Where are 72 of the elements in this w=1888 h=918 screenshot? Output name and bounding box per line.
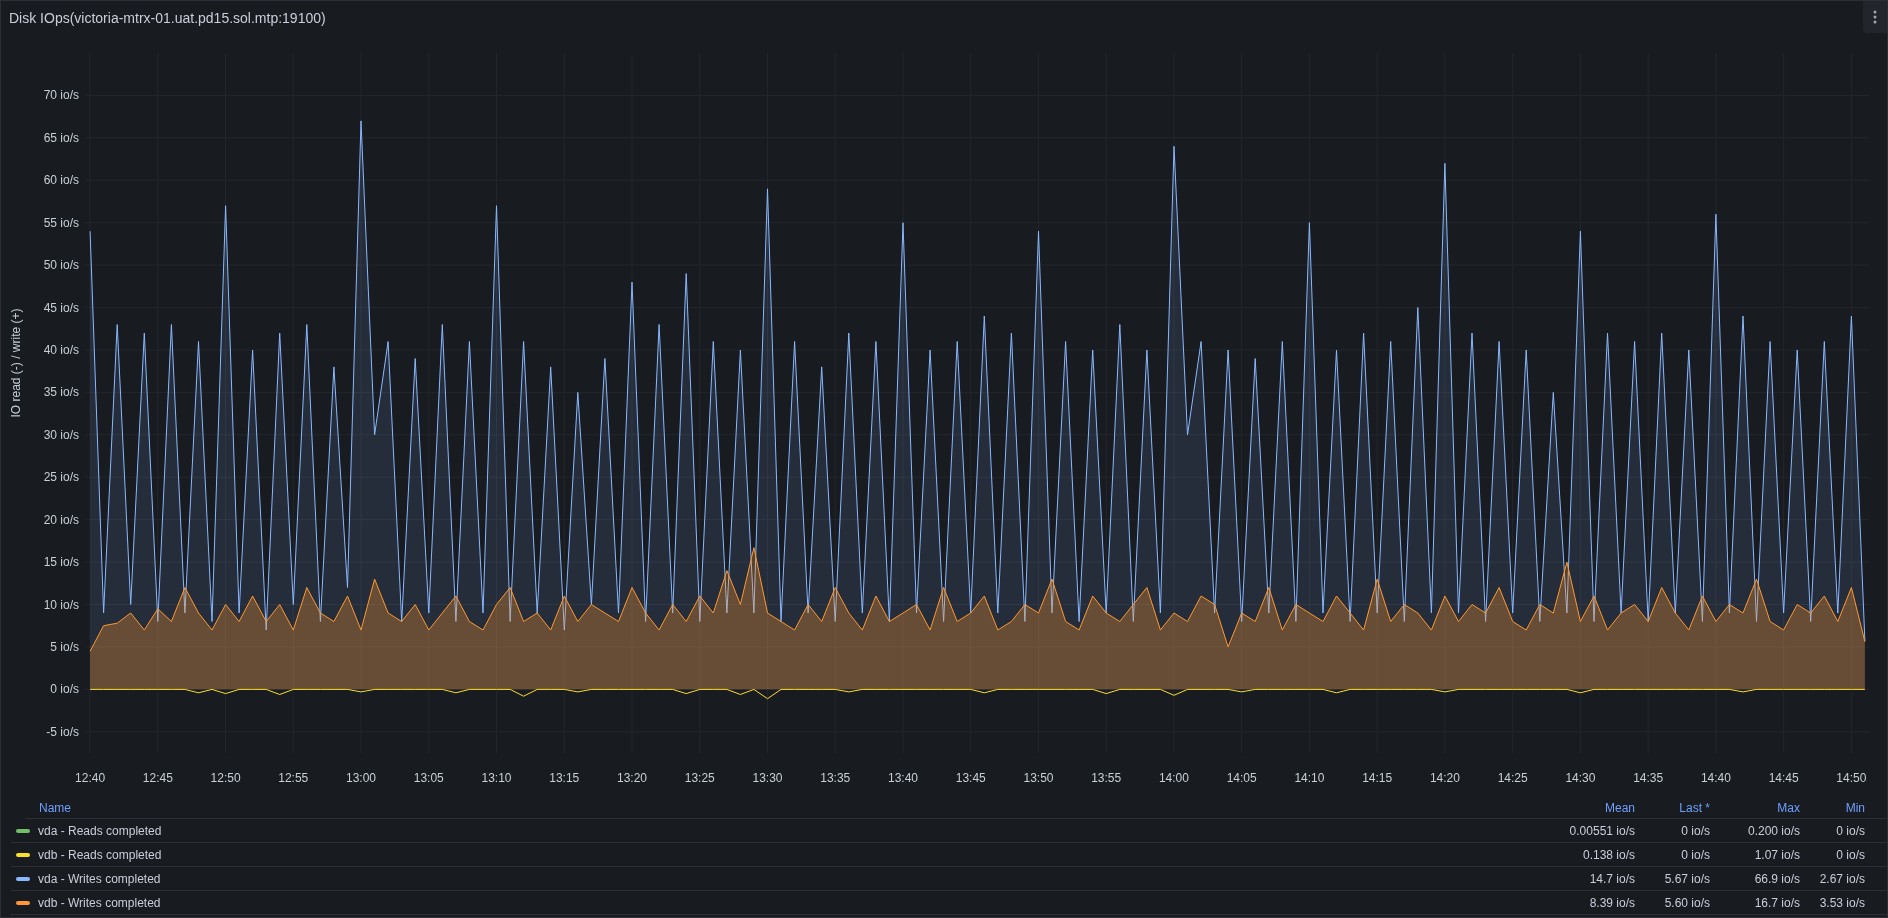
table-cell-text: 0.00551 io/s xyxy=(1568,822,1635,840)
table-cell-text: 8.39 io/s xyxy=(1588,894,1635,912)
legend-series-name[interactable]: vdb - Reads completed xyxy=(38,845,162,864)
axis-tick-label: 14:25 xyxy=(1497,771,1528,785)
table-cell-text: 0 io/s xyxy=(1835,822,1865,840)
axis-title: IO read (-) / write (+) xyxy=(9,308,23,418)
axis-tick-label: 14:00 xyxy=(1158,771,1189,785)
axis-tick-label: 15 io/s xyxy=(43,555,79,570)
column-header[interactable]: Name xyxy=(25,798,1515,817)
axis-tick-label: 10 io/s xyxy=(43,597,79,612)
column-header[interactable]: Mean xyxy=(1515,798,1635,817)
table-cell-text: 2.67 io/s xyxy=(1818,870,1865,888)
axis-tick-label: 45 io/s xyxy=(43,300,79,315)
axis-tick-label: 14:50 xyxy=(1836,771,1867,785)
axis-tick-label: 12:45 xyxy=(142,771,173,785)
axis-tick-label: 30 io/s xyxy=(43,427,79,442)
axis-tick-label: -5 io/s xyxy=(46,724,79,739)
axis-tick-label: 12:55 xyxy=(278,771,309,785)
kebab-menu-icon xyxy=(1873,10,1877,24)
column-header[interactable]: Last * xyxy=(1635,798,1710,817)
axis-tick-label: 14:30 xyxy=(1565,771,1596,785)
legend-series-name[interactable]: vda - Reads completed xyxy=(38,821,162,840)
table-cell-text: 5.60 io/s xyxy=(1663,894,1710,912)
axis-tick-label: 14:05 xyxy=(1226,771,1257,785)
table-cell-text: 0 io/s xyxy=(1835,846,1865,864)
menu-button[interactable] xyxy=(1863,1,1887,33)
column-header[interactable]: Max xyxy=(1710,798,1800,817)
axis-tick-label: 12:50 xyxy=(210,771,241,785)
axis-tick-label: 13:50 xyxy=(1023,771,1054,785)
column-header[interactable]: Min xyxy=(1800,798,1865,817)
axis-tick-label: 55 io/s xyxy=(43,215,79,230)
axis-tick-label: 13:15 xyxy=(549,771,580,785)
table-cell-text: 1.07 io/s xyxy=(1753,846,1800,864)
table-cell-text: 0 io/s xyxy=(1680,822,1710,840)
axis-tick-label: 13:30 xyxy=(752,771,783,785)
axis-tick-label: 13:55 xyxy=(1091,771,1122,785)
table-cell-text: 0.138 io/s xyxy=(1581,846,1635,864)
table-cell-text: 0 io/s xyxy=(1680,846,1710,864)
axis-tick-label: 13:45 xyxy=(955,771,986,785)
axis-tick-label: 60 io/s xyxy=(43,173,79,188)
axis-tick-label: 65 io/s xyxy=(43,130,79,145)
axis-tick-label: 70 io/s xyxy=(43,88,79,103)
axis-tick-label: 13:20 xyxy=(617,771,648,785)
panel-title: Disk IOps(victoria-mtrx-01.uat.pd15.sol.mtp:19100) xyxy=(8,9,326,28)
table-cell-text: 14.7 io/s xyxy=(1588,870,1635,888)
axis-tick-label: 14:35 xyxy=(1633,771,1664,785)
axis-tick-label: 13:35 xyxy=(820,771,851,785)
table-cell-text: 0.200 io/s xyxy=(1746,822,1800,840)
table-cell-text: 16.7 io/s xyxy=(1753,894,1800,912)
axis-tick-label: 35 io/s xyxy=(43,385,79,400)
axis-tick-label: 13:40 xyxy=(887,771,918,785)
axis-tick-label: 25 io/s xyxy=(43,470,79,485)
axis-tick-label: 0 io/s xyxy=(50,682,79,697)
axis-tick-label: 14:15 xyxy=(1362,771,1393,785)
axis-tick-label: 40 io/s xyxy=(43,342,79,357)
legend-series-name[interactable]: vdb - Writes completed xyxy=(38,893,161,912)
axis-tick-label: 13:05 xyxy=(413,771,444,785)
axis-tick-label: 13:25 xyxy=(684,771,715,785)
axis-tick-label: 20 io/s xyxy=(43,512,79,527)
axis-tick-label: 14:40 xyxy=(1700,771,1731,785)
axis-tick-label: 50 io/s xyxy=(43,258,79,273)
axis-tick-label: 14:20 xyxy=(1429,771,1460,785)
table-cell-text: 3.53 io/s xyxy=(1818,894,1865,912)
axis-tick-label: 14:10 xyxy=(1294,771,1325,785)
axis-tick-label: 13:10 xyxy=(481,771,512,785)
legend-series-name[interactable]: vda - Writes completed xyxy=(38,869,161,888)
table-cell-text: 5.67 io/s xyxy=(1663,870,1710,888)
axis-tick-label: 5 io/s xyxy=(50,639,79,654)
table-cell-text: 66.9 io/s xyxy=(1753,870,1800,888)
axis-tick-label: 13:00 xyxy=(346,771,377,785)
axis-tick-label: 14:45 xyxy=(1768,771,1799,785)
axis-tick-label: 12:40 xyxy=(75,771,106,785)
